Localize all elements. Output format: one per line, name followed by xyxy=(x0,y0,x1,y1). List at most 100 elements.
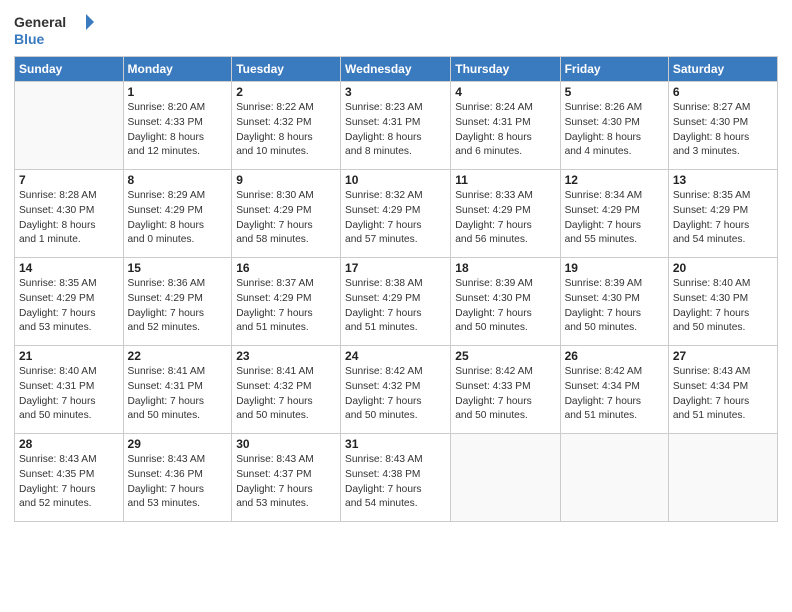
day-number: 16 xyxy=(236,261,336,275)
calendar-cell: 7 Sunrise: 8:28 AMSunset: 4:30 PMDaylight… xyxy=(15,170,124,258)
day-number: 4 xyxy=(455,85,555,99)
page: General Blue SundayMondayTuesdayWednesda… xyxy=(0,0,792,612)
day-info: Sunrise: 8:28 AMSunset: 4:30 PMDaylight:… xyxy=(19,189,119,248)
calendar-cell: 28Sunrise: 8:43 AMSunset: 4:35 PMDayligh… xyxy=(15,434,124,522)
logo: General Blue xyxy=(14,10,94,50)
calendar-cell: 19Sunrise: 8:39 AMSunset: 4:30 PMDayligh… xyxy=(560,258,668,346)
week-row-4: 21Sunrise: 8:40 AMSunset: 4:31 PMDayligh… xyxy=(15,346,778,434)
day-number: 19 xyxy=(565,261,664,275)
calendar-cell: 24 Sunrise: 8:42 AMSunset: 4:32 PMDayligh… xyxy=(341,346,451,434)
day-info: Sunrise: 8:43 AMSunset: 4:36 PMDaylight:… xyxy=(128,453,228,512)
day-info: Sunrise: 8:43 AMSunset: 4:35 PMDaylight:… xyxy=(19,453,119,512)
day-info: Sunrise: 8:36 AMSunset: 4:29 PMDaylight:… xyxy=(128,277,228,336)
weekday-header-wednesday: Wednesday xyxy=(341,57,451,82)
day-number: 17 xyxy=(345,261,446,275)
calendar-cell: 16 Sunrise: 8:37 AMSunset: 4:29 PMDayligh… xyxy=(232,258,341,346)
day-number: 5 xyxy=(565,85,664,99)
weekday-header-tuesday: Tuesday xyxy=(232,57,341,82)
day-info: Sunrise: 8:29 AMSunset: 4:29 PMDaylight:… xyxy=(128,189,228,248)
day-number: 15 xyxy=(128,261,228,275)
day-info: Sunrise: 8:41 AMSunset: 4:31 PMDaylight:… xyxy=(128,365,228,424)
day-info: Sunrise: 8:35 AMSunset: 4:29 PMDaylight:… xyxy=(19,277,119,336)
day-info: Sunrise: 8:22 AMSunset: 4:32 PMDaylight:… xyxy=(236,101,336,160)
day-number: 13 xyxy=(673,173,773,187)
day-number: 8 xyxy=(128,173,228,187)
day-info: Sunrise: 8:43 AMSunset: 4:37 PMDaylight:… xyxy=(236,453,336,512)
week-row-5: 28Sunrise: 8:43 AMSunset: 4:35 PMDayligh… xyxy=(15,434,778,522)
day-number: 9 xyxy=(236,173,336,187)
day-number: 1 xyxy=(128,85,228,99)
day-info: Sunrise: 8:40 AMSunset: 4:31 PMDaylight:… xyxy=(19,365,119,424)
calendar-cell: 30Sunrise: 8:43 AMSunset: 4:37 PMDayligh… xyxy=(232,434,341,522)
day-info: Sunrise: 8:27 AMSunset: 4:30 PMDaylight:… xyxy=(673,101,773,160)
day-number: 24 xyxy=(345,349,446,363)
calendar-cell: 11 Sunrise: 8:33 AMSunset: 4:29 PMDayligh… xyxy=(451,170,560,258)
day-number: 14 xyxy=(19,261,119,275)
calendar-cell: 9 Sunrise: 8:30 AMSunset: 4:29 PMDaylight… xyxy=(232,170,341,258)
day-number: 25 xyxy=(455,349,555,363)
day-number: 27 xyxy=(673,349,773,363)
weekday-header-sunday: Sunday xyxy=(15,57,124,82)
calendar-cell xyxy=(668,434,777,522)
day-info: Sunrise: 8:26 AMSunset: 4:30 PMDaylight:… xyxy=(565,101,664,160)
day-number: 20 xyxy=(673,261,773,275)
day-number: 10 xyxy=(345,173,446,187)
day-number: 26 xyxy=(565,349,664,363)
calendar-cell: 31 Sunrise: 8:43 AMSunset: 4:38 PMDayligh… xyxy=(341,434,451,522)
day-info: Sunrise: 8:41 AMSunset: 4:32 PMDaylight:… xyxy=(236,365,336,424)
day-info: Sunrise: 8:42 AMSunset: 4:33 PMDaylight:… xyxy=(455,365,555,424)
day-info: Sunrise: 8:37 AMSunset: 4:29 PMDaylight:… xyxy=(236,277,336,336)
day-number: 18 xyxy=(455,261,555,275)
week-row-3: 14 Sunrise: 8:35 AMSunset: 4:29 PMDayligh… xyxy=(15,258,778,346)
calendar-cell: 3Sunrise: 8:23 AMSunset: 4:31 PMDaylight… xyxy=(341,82,451,170)
day-info: Sunrise: 8:34 AMSunset: 4:29 PMDaylight:… xyxy=(565,189,664,248)
day-number: 23 xyxy=(236,349,336,363)
day-number: 11 xyxy=(455,173,555,187)
calendar-cell: 12Sunrise: 8:34 AMSunset: 4:29 PMDayligh… xyxy=(560,170,668,258)
day-info: Sunrise: 8:38 AMSunset: 4:29 PMDaylight:… xyxy=(345,277,446,336)
day-number: 6 xyxy=(673,85,773,99)
calendar-cell: 15 Sunrise: 8:36 AMSunset: 4:29 PMDayligh… xyxy=(123,258,232,346)
week-row-2: 7 Sunrise: 8:28 AMSunset: 4:30 PMDaylight… xyxy=(15,170,778,258)
week-row-1: 1Sunrise: 8:20 AMSunset: 4:33 PMDaylight… xyxy=(15,82,778,170)
day-info: Sunrise: 8:42 AMSunset: 4:34 PMDaylight:… xyxy=(565,365,664,424)
day-info: Sunrise: 8:30 AMSunset: 4:29 PMDaylight:… xyxy=(236,189,336,248)
day-info: Sunrise: 8:42 AMSunset: 4:32 PMDaylight:… xyxy=(345,365,446,424)
calendar-cell: 1Sunrise: 8:20 AMSunset: 4:33 PMDaylight… xyxy=(123,82,232,170)
day-info: Sunrise: 8:24 AMSunset: 4:31 PMDaylight:… xyxy=(455,101,555,160)
calendar-cell: 17 Sunrise: 8:38 AMSunset: 4:29 PMDayligh… xyxy=(341,258,451,346)
calendar-cell: 27 Sunrise: 8:43 AMSunset: 4:34 PMDayligh… xyxy=(668,346,777,434)
weekday-header-thursday: Thursday xyxy=(451,57,560,82)
calendar-cell: 22Sunrise: 8:41 AMSunset: 4:31 PMDayligh… xyxy=(123,346,232,434)
day-info: Sunrise: 8:39 AMSunset: 4:30 PMDaylight:… xyxy=(455,277,555,336)
day-info: Sunrise: 8:43 AMSunset: 4:38 PMDaylight:… xyxy=(345,453,446,512)
day-number: 7 xyxy=(19,173,119,187)
day-info: Sunrise: 8:43 AMSunset: 4:34 PMDaylight:… xyxy=(673,365,773,424)
day-info: Sunrise: 8:40 AMSunset: 4:30 PMDaylight:… xyxy=(673,277,773,336)
calendar-cell xyxy=(451,434,560,522)
calendar-cell: 20 Sunrise: 8:40 AMSunset: 4:30 PMDayligh… xyxy=(668,258,777,346)
weekday-header-row: SundayMondayTuesdayWednesdayThursdayFrid… xyxy=(15,57,778,82)
calendar-cell: 5 Sunrise: 8:26 AMSunset: 4:30 PMDaylight… xyxy=(560,82,668,170)
calendar-cell: 14 Sunrise: 8:35 AMSunset: 4:29 PMDayligh… xyxy=(15,258,124,346)
day-number: 29 xyxy=(128,437,228,451)
header: General Blue xyxy=(14,10,778,50)
day-number: 31 xyxy=(345,437,446,451)
day-info: Sunrise: 8:23 AMSunset: 4:31 PMDaylight:… xyxy=(345,101,446,160)
calendar-cell: 23 Sunrise: 8:41 AMSunset: 4:32 PMDayligh… xyxy=(232,346,341,434)
day-info: Sunrise: 8:32 AMSunset: 4:29 PMDaylight:… xyxy=(345,189,446,248)
weekday-header-saturday: Saturday xyxy=(668,57,777,82)
calendar-cell: 4 Sunrise: 8:24 AMSunset: 4:31 PMDaylight… xyxy=(451,82,560,170)
calendar-cell: 10 Sunrise: 8:32 AMSunset: 4:29 PMDayligh… xyxy=(341,170,451,258)
calendar-cell: 26 Sunrise: 8:42 AMSunset: 4:34 PMDayligh… xyxy=(560,346,668,434)
day-info: Sunrise: 8:33 AMSunset: 4:29 PMDaylight:… xyxy=(455,189,555,248)
calendar-cell xyxy=(15,82,124,170)
logo-svg: General Blue xyxy=(14,10,94,50)
calendar-cell: 2Sunrise: 8:22 AMSunset: 4:32 PMDaylight… xyxy=(232,82,341,170)
calendar-cell: 8 Sunrise: 8:29 AMSunset: 4:29 PMDaylight… xyxy=(123,170,232,258)
calendar-cell: 25 Sunrise: 8:42 AMSunset: 4:33 PMDayligh… xyxy=(451,346,560,434)
calendar-table: SundayMondayTuesdayWednesdayThursdayFrid… xyxy=(14,56,778,522)
calendar-cell: 6 Sunrise: 8:27 AMSunset: 4:30 PMDaylight… xyxy=(668,82,777,170)
weekday-header-monday: Monday xyxy=(123,57,232,82)
calendar-cell xyxy=(560,434,668,522)
